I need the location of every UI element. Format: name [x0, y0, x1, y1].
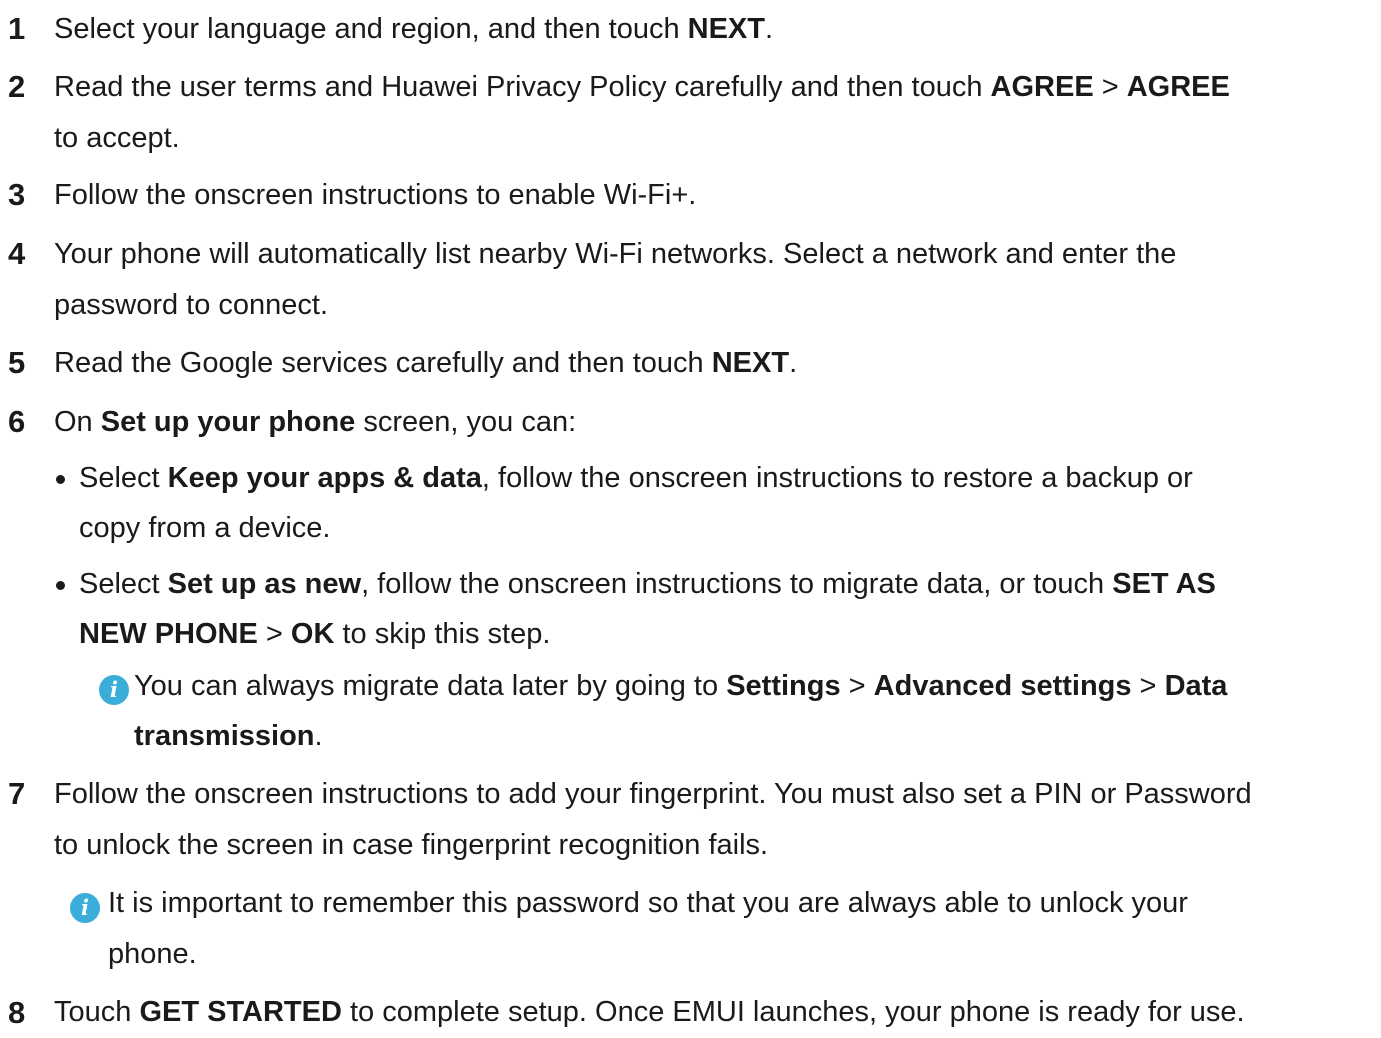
note-text: It is important to remember this passwor…: [108, 887, 1188, 919]
note-text-line: phone.: [108, 938, 197, 970]
step-text: Follow the onscreen instructions to enab…: [54, 179, 697, 211]
step-number: 8: [8, 995, 26, 1030]
step-number: 3: [8, 177, 26, 212]
step-text-line: to accept.: [54, 122, 180, 154]
step-number: 6: [8, 404, 26, 439]
bullet-text: Select Set up as new, follow the onscree…: [79, 568, 1216, 600]
bullet-dot: [56, 581, 65, 590]
step-number: 7: [8, 776, 26, 811]
step-text: Select your language and region, and the…: [54, 13, 774, 45]
step-number: 2: [8, 69, 26, 104]
step-text: On Set up your phone screen, you can:: [54, 406, 577, 438]
note-text-line: transmission.: [134, 720, 323, 752]
info-icon: i: [99, 675, 129, 705]
bullet-text: Select Keep your apps & data, follow the…: [79, 462, 1193, 494]
step-text: Your phone will automatically list nearb…: [54, 238, 1177, 270]
bullet-text-line: NEW PHONE > OK to skip this step.: [79, 618, 551, 650]
step-text: Follow the onscreen instructions to add …: [54, 778, 1252, 810]
step-text-line: to unlock the screen in case fingerprint…: [54, 829, 769, 861]
step-text: Read the Google services carefully and t…: [54, 347, 798, 379]
note-text: You can always migrate data later by goi…: [134, 670, 1228, 702]
step-number: 1: [8, 11, 26, 46]
step-text-line: password to connect.: [54, 289, 329, 321]
step-text: Read the user terms and Huawei Privacy P…: [54, 71, 1230, 103]
bullet-text-line: copy from a device.: [79, 512, 331, 544]
bullet-dot: [56, 475, 65, 484]
step-number: 5: [8, 345, 26, 380]
step-text: Touch GET STARTED to complete setup. Onc…: [54, 996, 1245, 1028]
info-icon: i: [70, 893, 100, 923]
step-number: 4: [8, 236, 26, 271]
